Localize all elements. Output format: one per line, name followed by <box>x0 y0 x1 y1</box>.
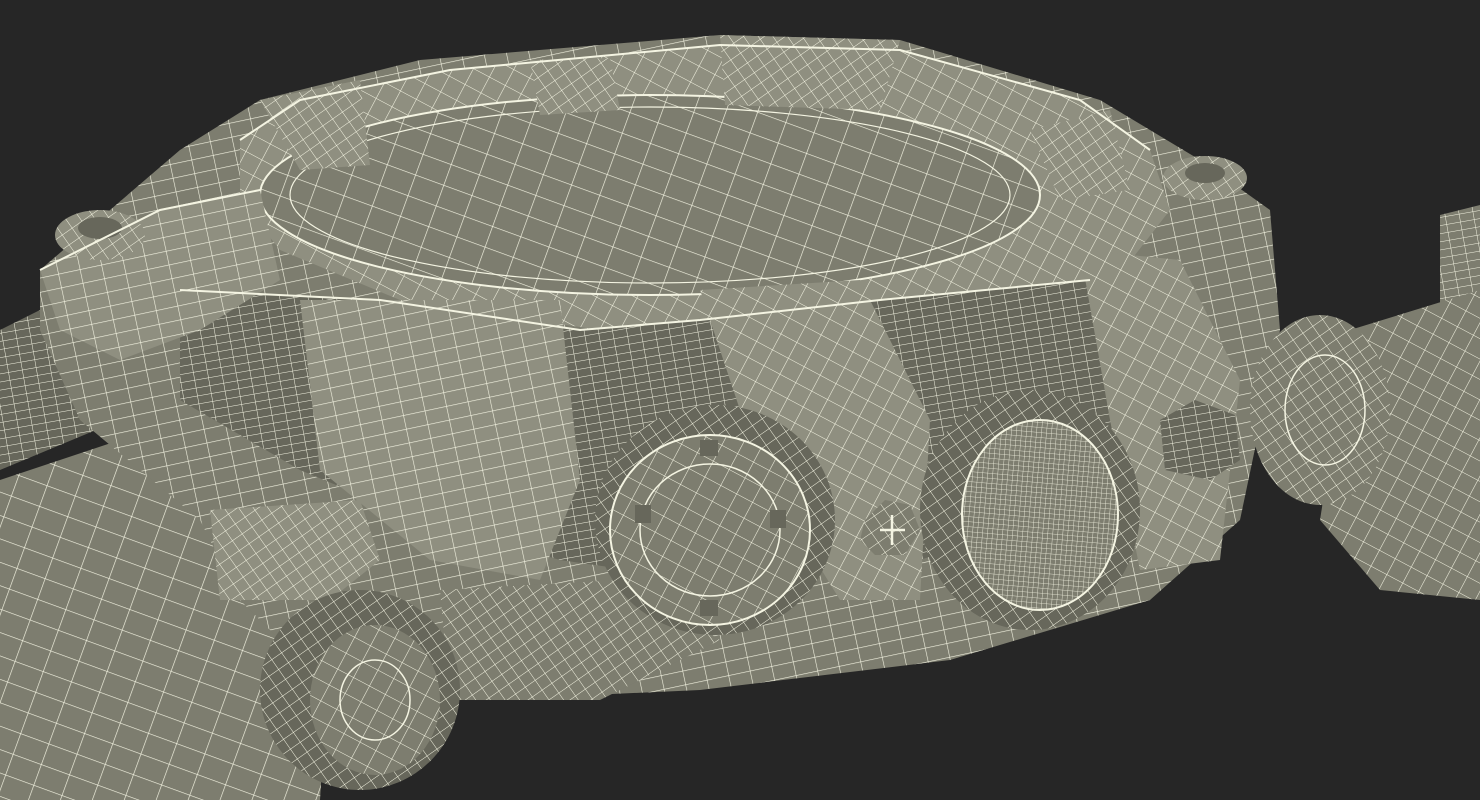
bottom-left-button <box>260 590 460 790</box>
textured-crown-button <box>920 390 1140 630</box>
wireframe-render <box>0 0 1480 800</box>
front-button <box>595 405 835 635</box>
render-viewport <box>0 0 1480 800</box>
right-button <box>1250 315 1390 505</box>
watch-face <box>259 94 1041 296</box>
top-left-screw-boss <box>55 210 145 260</box>
right-screw-boss <box>1163 156 1247 200</box>
